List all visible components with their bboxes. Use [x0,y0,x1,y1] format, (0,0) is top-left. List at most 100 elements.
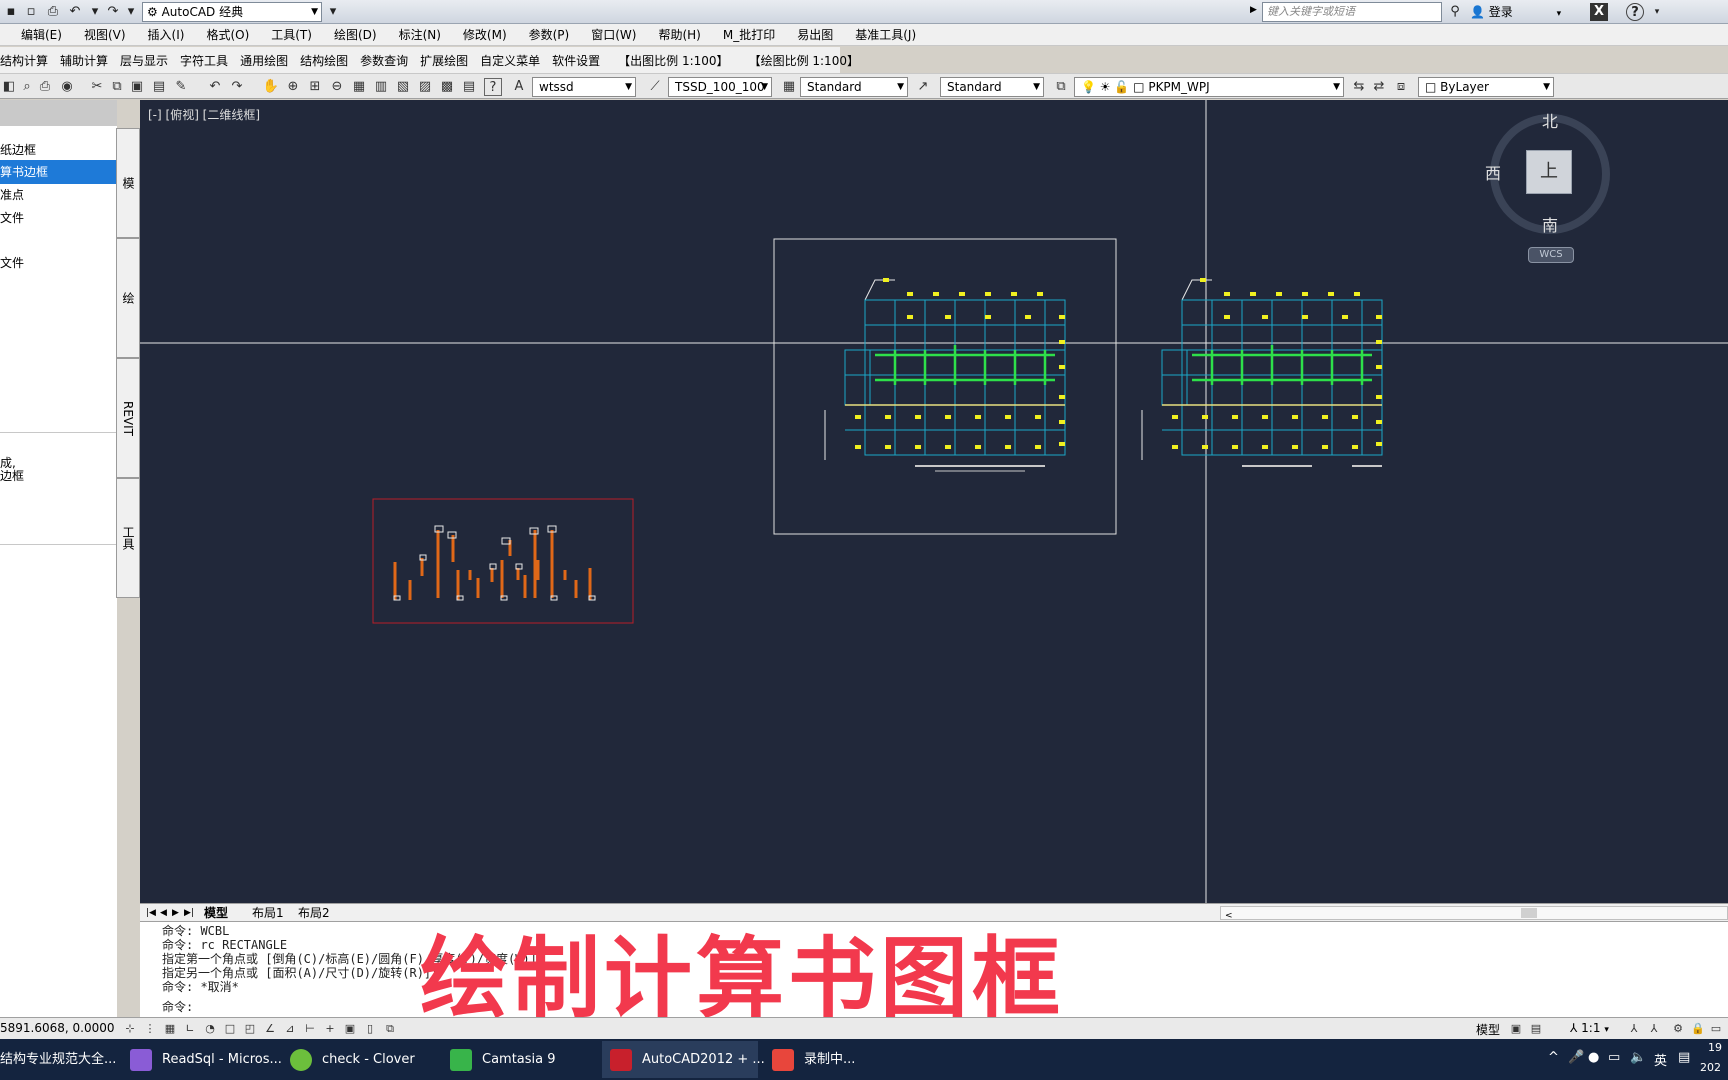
notification-icon[interactable]: ▤ [1678,1050,1690,1065]
palette-tab-revit[interactable]: REVIT [116,358,140,478]
taskbar-item-autocad[interactable]: AutoCAD2012 + ... [602,1041,765,1078]
menu-tools[interactable]: 工具(T) [260,24,323,45]
show-hidden-icons[interactable]: ^ [1548,1050,1559,1065]
print-icon[interactable]: ⎙ [44,3,62,21]
volume-icon[interactable]: 🔈 [1630,1050,1646,1065]
calculator-icon[interactable]: ▤ [460,78,478,96]
exchange-icon[interactable]: X [1590,3,1608,21]
coordinate-readout[interactable]: 5891.6068, 0.0000 [0,1021,115,1035]
menu2-general-draw[interactable]: 通用绘图 [234,52,294,69]
model-space-toggle[interactable]: 模型 [1476,1021,1500,1038]
taskbar-item-recording[interactable]: 录制中... [764,1041,874,1078]
quick-view-drawings-icon[interactable]: ▤ [1528,1021,1544,1037]
viewcube-south[interactable]: 南 [1542,212,1558,236]
text-style-select[interactable]: wtssd ▼ [532,77,636,97]
palette-tab-draw[interactable]: 绘 [116,238,140,358]
menu-view[interactable]: 视图(V) [73,24,137,45]
menu2-struct-calc[interactable]: 结构计算 [0,52,54,69]
snap-icon[interactable]: ⋮ [142,1021,158,1037]
palette-tab-tools[interactable]: 工具 [116,478,140,598]
infer-constraints-icon[interactable]: ⊹ [122,1021,138,1037]
menu2-ext-draw[interactable]: 扩展绘图 [414,52,474,69]
auto-scale-icon[interactable]: ⅄ [1646,1021,1662,1037]
menu2-param-query[interactable]: 参数查询 [354,52,414,69]
scrollbar-thumb[interactable] [1521,908,1537,918]
menu-window[interactable]: 窗口(W) [580,24,647,45]
zoom-previous-icon[interactable]: ⊖ [328,78,346,96]
pan-icon[interactable]: ✋ [262,78,280,96]
clean-screen-icon[interactable]: ▭ [1708,1021,1724,1037]
drawing-area[interactable]: [-] [俯视] [二维线框] 上 北 南 西 WCS [140,100,1728,903]
zoom-window-icon[interactable]: ⊞ [306,78,324,96]
zoom-realtime-icon[interactable]: ⊕ [284,78,302,96]
help-dropdown-icon[interactable]: ▾ [1648,3,1666,21]
new-icon[interactable]: ◧ [0,78,18,96]
layer-previous-icon[interactable]: ⇄ [1370,78,1388,96]
menu2-draw-scale[interactable]: 【绘图比例 1:100】 [735,52,865,69]
grid-icon[interactable]: ▦ [162,1021,178,1037]
quick-view-layouts-icon[interactable]: ▣ [1508,1021,1524,1037]
prev-tab-icon[interactable]: ◀ [160,905,167,921]
dim-style-select[interactable]: TSSD_100_100 ▼ [668,77,772,97]
first-tab-icon[interactable]: |◀ [146,905,156,921]
multileader-style-icon[interactable]: ↗ [914,78,932,96]
menu-draw[interactable]: 绘图(D) [323,24,388,45]
menu-batch-print[interactable]: M_批打印 [712,24,786,45]
menu2-output-scale[interactable]: 【出图比例 1:100】 [606,52,734,69]
tab-layout2[interactable]: 布局2 [298,905,330,921]
viewcube-west[interactable]: 西 [1485,160,1501,184]
block-icon[interactable]: ▤ [150,78,168,96]
menu-easy-output[interactable]: 易出图 [786,24,844,45]
dyn-icon[interactable]: ⊢ [302,1021,318,1037]
tool-palette-icon[interactable]: ▧ [394,78,412,96]
markup-icon[interactable]: ▩ [438,78,456,96]
horizontal-scrollbar[interactable]: < [1220,906,1728,921]
save-icon[interactable]: ▪ [2,3,20,21]
undo-dropdown-icon[interactable]: ▾ [86,3,104,21]
layer-properties-icon[interactable]: ⧉ [1052,78,1070,96]
publish-icon[interactable]: ◉ [58,78,76,96]
palette-item-file[interactable]: 文件 [0,206,117,230]
redo-icon[interactable]: ↷ [104,3,122,21]
cmd-prompt[interactable]: 命令: [162,1000,193,1014]
viewcube-top-face[interactable]: 上 [1526,150,1572,194]
taskbar-item-visual-studio[interactable]: ReadSql - Micros... [122,1041,282,1078]
tab-layout1[interactable]: 布局1 [252,905,284,921]
lock-icon[interactable]: 🔒 [1690,1021,1706,1037]
input-method[interactable]: 英 [1654,1050,1667,1069]
table-style-select[interactable]: Standard ▼ [800,77,908,97]
lineweight-icon[interactable]: + [322,1021,338,1037]
taskbar-item-camtasia[interactable]: Camtasia 9 [442,1041,592,1078]
menu-base-tools[interactable]: 基准工具(J) [844,24,927,45]
binoculars-icon[interactable]: ⚲ [1446,3,1464,21]
expand-search-icon[interactable]: ▶ [1250,5,1257,15]
plot-preview-icon[interactable]: ⎙ [36,78,54,96]
properties-icon[interactable]: ▦ [350,78,368,96]
polar-icon[interactable]: ◔ [202,1021,218,1037]
help-icon[interactable]: ? [1626,3,1644,21]
quick-properties-icon[interactable]: ▯ [362,1021,378,1037]
menu-insert[interactable]: 插入(I) [137,24,196,45]
annotation-scale[interactable]: ⅄ 1:1 ▾ [1570,1021,1609,1035]
workspace-select[interactable]: ⚙ AutoCAD 经典 ▼ [142,2,322,22]
wcs-menu[interactable]: WCS [1528,247,1574,263]
menu-dimension[interactable]: 标注(N) [388,24,452,45]
help-icon[interactable]: ? [484,78,502,96]
menu-format[interactable]: 格式(O) [195,24,260,45]
qa-customize-icon[interactable]: ▾ [324,3,342,21]
clock-time[interactable]: 19 [1708,1041,1722,1054]
table-style-icon[interactable]: ▦ [780,78,798,96]
menu-parametric[interactable]: 参数(P) [518,24,581,45]
ortho-icon[interactable]: ∟ [182,1021,198,1037]
menu2-aux-calc[interactable]: 辅助计算 [54,52,114,69]
ducs-icon[interactable]: ⊿ [282,1021,298,1037]
menu-help[interactable]: 帮助(H) [647,24,711,45]
menu2-char-tools[interactable]: 字符工具 [174,52,234,69]
3d-osnap-icon[interactable]: ◰ [242,1021,258,1037]
selection-cycling-icon[interactable]: ⧉ [382,1021,398,1037]
palette-item-frame[interactable]: 边框 [0,469,117,493]
otrack-icon[interactable]: ∠ [262,1021,278,1037]
menu-edit[interactable]: 编辑(E) [10,24,73,45]
menu-modify[interactable]: 修改(M) [452,24,518,45]
taskbar-item-clover[interactable]: check - Clover [282,1041,432,1078]
